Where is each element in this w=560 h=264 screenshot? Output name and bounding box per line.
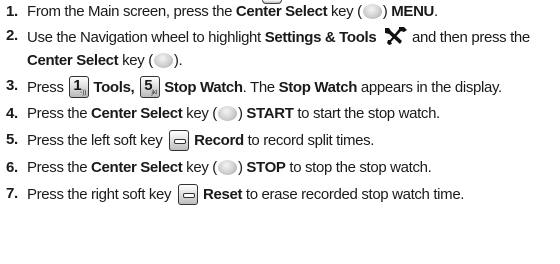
- step-bold: Stop Watch: [278, 79, 358, 96]
- center-select-key-icon: [217, 106, 237, 121]
- step-number: 4.: [6, 105, 18, 122]
- left-soft-key-icon: [169, 130, 190, 151]
- right-soft-key-icon: [177, 184, 198, 205]
- wrench-screwdriver-icon: [382, 26, 408, 51]
- step-bold: STOP: [246, 159, 286, 176]
- step-text: to record split times.: [243, 132, 375, 149]
- step-number: 7.: [6, 185, 18, 202]
- step-text: Press the left soft key: [27, 132, 167, 149]
- step-number: 5.: [6, 131, 18, 148]
- step-text: key (: [182, 105, 217, 122]
- step-3: 3. Press 1 ◦)) Tools, 5 jkl Stop Watch. The …: [6, 76, 558, 98]
- step-text: ): [382, 3, 392, 20]
- step-text: . The: [242, 79, 279, 96]
- step-text: ).: [173, 52, 183, 69]
- instruction-list: 1. From the Main screen, press the Cente…: [6, 2, 558, 209]
- step-bold: Tools,: [93, 79, 135, 96]
- step-bold: Center Select: [91, 105, 183, 122]
- step-text: Use the Navigation wheel to highlight: [27, 29, 265, 46]
- step-bold: Reset: [202, 186, 243, 203]
- step-text: Press: [27, 79, 68, 96]
- step-bold: Center Select: [27, 52, 119, 69]
- step-text: to erase recorded stop watch time.: [242, 186, 465, 203]
- step-bold: Record: [194, 132, 244, 149]
- step-1: 1. From the Main screen, press the Cente…: [6, 2, 558, 21]
- step-text: Press the: [27, 159, 92, 176]
- step-number: 1.: [6, 3, 18, 20]
- step-bold: MENU: [391, 3, 435, 20]
- step-text: key (: [182, 159, 217, 176]
- step-text: .: [434, 3, 438, 20]
- step-bold: Settings & Tools: [264, 29, 377, 46]
- step-5: 5. Press the left soft key Record to rec…: [6, 130, 558, 151]
- step-bold: Center Select: [91, 159, 183, 176]
- step-2: 2. Use the Navigation wheel to highlight…: [6, 26, 558, 70]
- center-select-key-icon: [153, 53, 173, 68]
- step-7: 7. Press the right soft key Reset to era…: [6, 184, 558, 205]
- step-number: 2.: [6, 27, 18, 44]
- step-text: Press the right soft key: [27, 186, 175, 203]
- step-text: key (: [118, 52, 153, 69]
- step-bold: Stop Watch: [164, 79, 243, 96]
- step-text: to start the stop watch.: [293, 105, 440, 122]
- center-select-key-icon: [362, 4, 382, 19]
- step-text: to stop the stop watch.: [285, 159, 432, 176]
- key-5-icon: 5 jkl: [140, 76, 161, 98]
- step-6: 6. Press the Center Select key () STOP t…: [6, 158, 558, 177]
- step-bold: Center Select: [235, 3, 328, 20]
- step-text: Press the: [27, 105, 92, 122]
- step-bold: START: [246, 105, 294, 122]
- step-4: 4. Press the Center Select key () START …: [6, 104, 558, 123]
- step-text: appears in the display.: [357, 79, 502, 96]
- center-select-key-icon: [217, 160, 237, 175]
- step-text: and then press the: [408, 29, 530, 46]
- step-number: 3.: [6, 77, 18, 94]
- key-1-icon: 1 ◦)): [69, 76, 90, 98]
- step-number: 6.: [6, 159, 18, 176]
- step-text: From the Main screen, press the: [27, 3, 236, 20]
- step-text: key (: [327, 3, 362, 20]
